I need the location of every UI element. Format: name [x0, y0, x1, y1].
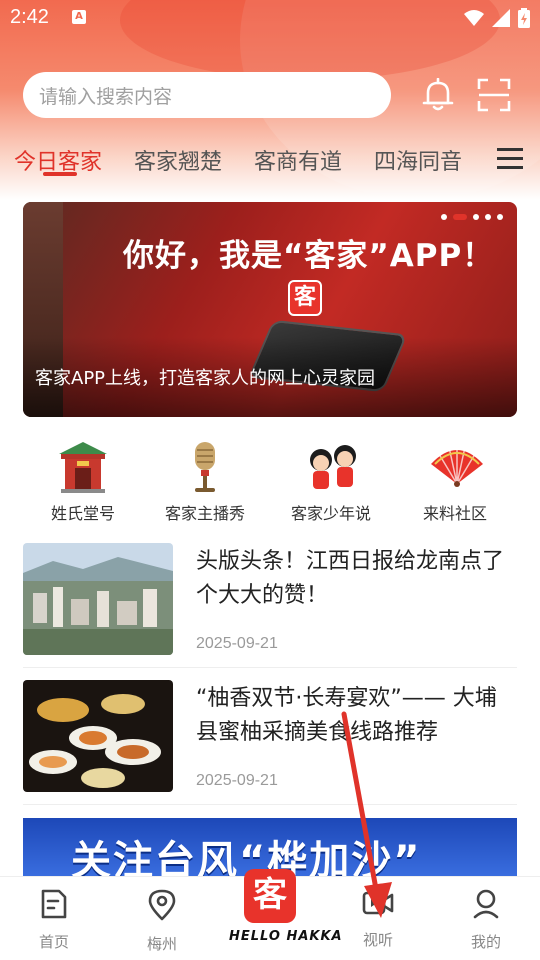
- divider: [23, 667, 517, 668]
- tab-2[interactable]: 客商有道: [254, 144, 342, 176]
- news-item[interactable]: 头版头条！江西日报给龙南点了个大大的赞！ 2025-09-21: [23, 543, 517, 667]
- nav-center-hello-hakka[interactable]: 客 HELLO HAKKA: [225, 869, 343, 953]
- nav-video[interactable]: 视听: [338, 889, 418, 950]
- bottom-nav: 首页 梅州 客 HELLO HAKKA 视听 我的: [0, 869, 540, 960]
- divider: [23, 804, 517, 805]
- tab-1[interactable]: 客家翘楚: [134, 144, 222, 176]
- news-title: “柚香双节·长寿宴欢”—— 大埔县蜜柚采摘美食线路推荐: [196, 686, 497, 745]
- quick-link-label: 客家少年说: [290, 504, 371, 523]
- news-item[interactable]: “柚香双节·长寿宴欢”—— 大埔县蜜柚采摘美食线路推荐 2025-09-21: [23, 680, 517, 804]
- status-time: 2:42: [10, 6, 49, 28]
- search-placeholder: 请输入搜索内容: [39, 85, 173, 108]
- banner-caption: 客家APP上线，打造客家人的网上心灵家园: [35, 368, 376, 389]
- ancestral-hall-icon: [57, 438, 109, 494]
- active-tab-indicator: [43, 172, 77, 176]
- folding-fan-icon: [429, 438, 483, 494]
- carousel-dot-active: [453, 214, 467, 220]
- carousel-dot: [473, 214, 479, 220]
- carousel-dot: [485, 214, 491, 220]
- banner-headline: 你好，我是“客家”APP！: [123, 238, 495, 274]
- scan-icon[interactable]: [477, 78, 511, 112]
- search-input[interactable]: 请输入搜索内容: [23, 72, 391, 118]
- nav-label: 视听: [362, 931, 393, 949]
- quick-link-2[interactable]: 客家少年说: [266, 432, 396, 524]
- tab-3[interactable]: 四海同音: [374, 144, 462, 176]
- carousel-dots: [441, 214, 503, 220]
- quick-link-label: 姓氏堂号: [50, 504, 115, 523]
- category-tabs: 今日客家 客家翘楚 客商有道 四海同音: [0, 140, 540, 184]
- home-doc-icon: [41, 889, 67, 919]
- news-date: 2025-09-21: [196, 635, 278, 652]
- nav-label: 我的: [470, 933, 501, 951]
- carousel-dot: [441, 214, 447, 220]
- carousel-dot: [497, 214, 503, 220]
- signal-icon: [492, 9, 510, 27]
- nav-label: 首页: [38, 933, 69, 951]
- battery-icon: [518, 8, 530, 28]
- wifi-icon: [464, 10, 484, 26]
- nav-profile[interactable]: 我的: [446, 889, 526, 952]
- nav-center-text: HELLO HAKKA: [229, 929, 343, 944]
- news-thumbnail: [23, 680, 173, 792]
- news-thumbnail: [23, 543, 173, 655]
- quick-link-label: 来料社区: [422, 504, 487, 523]
- notification-icon: A: [72, 10, 86, 24]
- menu-icon[interactable]: [497, 148, 523, 170]
- kids-icon: [305, 438, 357, 494]
- microphone-icon: [179, 438, 231, 494]
- quick-link-3[interactable]: 来料社区: [390, 432, 520, 524]
- quick-link-0[interactable]: 姓氏堂号: [18, 432, 148, 524]
- nav-meizhou[interactable]: 梅州: [122, 889, 202, 954]
- quick-link-1[interactable]: 客家主播秀: [140, 432, 270, 524]
- nav-home[interactable]: 首页: [14, 889, 94, 952]
- hakka-logo-icon: 客: [244, 869, 296, 923]
- nav-label: 梅州: [146, 935, 177, 953]
- profile-icon: [473, 889, 499, 919]
- video-camera-icon: [362, 891, 394, 915]
- location-pin-icon: [148, 889, 176, 921]
- banner-logo: 客: [288, 280, 322, 316]
- quick-link-label: 客家主播秀: [164, 504, 245, 523]
- news-date: 2025-09-21: [196, 772, 278, 789]
- quick-links: 姓氏堂号 客家主播秀 客家少年说 来料社区: [0, 432, 540, 524]
- banner-carousel[interactable]: 你好，我是“客家”APP！ 客 客家APP上线，打造客家人的网上心灵家园: [23, 202, 517, 417]
- bell-icon[interactable]: [422, 78, 454, 112]
- news-title: 头版头条！江西日报给龙南点了个大大的赞！: [196, 549, 505, 608]
- status-bar: 2:42 A: [0, 0, 540, 38]
- status-icons: [464, 8, 530, 28]
